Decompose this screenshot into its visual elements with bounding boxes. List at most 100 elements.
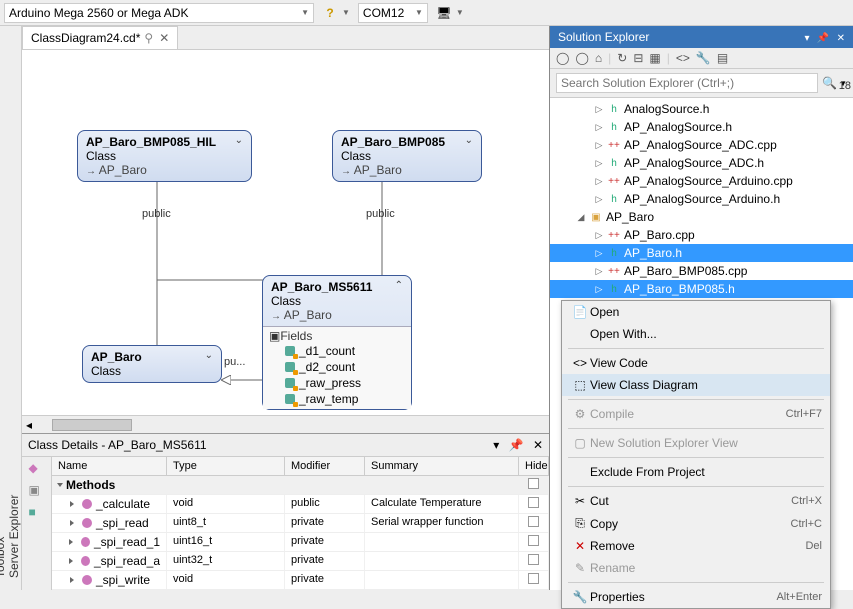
col-name[interactable]: Name bbox=[52, 457, 167, 475]
close-icon[interactable]: ✕ bbox=[837, 33, 845, 44]
property-icon[interactable]: ▣ bbox=[29, 483, 45, 499]
pin-icon[interactable]: 📌 bbox=[817, 33, 829, 44]
expand-icon[interactable]: ▷ bbox=[594, 122, 604, 133]
expand-icon[interactable] bbox=[69, 558, 73, 564]
monitor-icon[interactable]: 🖥 bbox=[436, 5, 452, 21]
horizontal-scrollbar[interactable]: ◂ bbox=[22, 415, 549, 433]
toolbox-tab[interactable]: Toolbox bbox=[0, 34, 7, 578]
close-icon[interactable]: ✕ bbox=[533, 438, 543, 452]
chevron-down-icon[interactable]: ⌄ bbox=[205, 350, 213, 361]
ctx-view-class-diagram[interactable]: ⬚View Class Diagram bbox=[562, 374, 830, 396]
back-icon[interactable]: ◯ bbox=[556, 51, 569, 65]
chevron-down-icon[interactable]: ⌄ bbox=[235, 135, 243, 146]
chevron-down-icon[interactable]: ▼ bbox=[456, 8, 464, 17]
expand-icon[interactable]: ▷ bbox=[594, 284, 604, 295]
ctx-remove[interactable]: ✕RemoveDel bbox=[562, 535, 830, 557]
port-selector[interactable]: COM12 ▼ bbox=[358, 3, 428, 23]
class-ap-baro-ms5611[interactable]: AP_Baro_MS5611 Class → AP_Baro ⌃ ▣ Field… bbox=[262, 275, 412, 410]
expand-icon[interactable] bbox=[57, 483, 63, 487]
collapse-icon[interactable]: ⊟ bbox=[633, 51, 643, 65]
chevron-down-icon[interactable]: ▼ bbox=[342, 8, 350, 17]
table-row[interactable]: _spi_write void private bbox=[52, 571, 549, 590]
tree-item[interactable]: ▷++AP_Baro_BMP085.cpp bbox=[550, 262, 853, 280]
tree-item[interactable]: ▷hAnalogSource.h bbox=[550, 100, 853, 118]
board-selector[interactable]: Arduino Mega 2560 or Mega ADK ▼ bbox=[4, 3, 314, 23]
pin-icon[interactable]: 📌 bbox=[509, 438, 524, 452]
chevron-up-icon[interactable]: ⌃ bbox=[395, 280, 403, 291]
col-modifier[interactable]: Modifier bbox=[285, 457, 365, 475]
search-icon[interactable]: 🔍 bbox=[822, 76, 837, 90]
class-diagram-canvas[interactable]: public public pu... AP_Baro_BMP085_HIL C… bbox=[22, 50, 549, 415]
expand-icon[interactable]: ▷ bbox=[594, 140, 604, 151]
expand-icon[interactable] bbox=[70, 577, 74, 583]
properties-icon[interactable]: ▤ bbox=[717, 51, 728, 65]
tab-classdiagram[interactable]: ClassDiagram24.cd* ⚲ ✕ bbox=[22, 26, 178, 49]
search-input[interactable] bbox=[556, 73, 818, 93]
tree-item[interactable]: ▷hAP_Baro_BMP085.h bbox=[550, 280, 853, 298]
field-icon[interactable]: ■ bbox=[29, 505, 45, 521]
tree-item[interactable]: ▷hAP_AnalogSource_Arduino.h bbox=[550, 190, 853, 208]
pin-icon[interactable]: ⚲ bbox=[144, 31, 153, 45]
tree-item[interactable]: ▷++AP_Baro.cpp bbox=[550, 226, 853, 244]
ctx-properties[interactable]: 🔧PropertiesAlt+Enter bbox=[562, 586, 830, 608]
forward-icon[interactable]: ◯ bbox=[575, 51, 588, 65]
hide-checkbox[interactable] bbox=[528, 554, 539, 565]
chevron-down-icon[interactable]: ⌄ bbox=[465, 135, 473, 146]
show-all-icon[interactable]: ▦ bbox=[649, 51, 660, 65]
hide-checkbox[interactable] bbox=[528, 497, 539, 508]
ctx-copy[interactable]: ⎘CopyCtrl+C bbox=[562, 512, 830, 535]
dropdown-icon[interactable]: ▾ bbox=[804, 33, 809, 44]
expand-icon[interactable] bbox=[69, 539, 73, 545]
code-icon[interactable]: <> bbox=[676, 51, 690, 65]
table-row[interactable]: _calculate void public Calculate Tempera… bbox=[52, 495, 549, 514]
ctx-cut[interactable]: ✂CutCtrl+X bbox=[562, 490, 830, 512]
expand-icon[interactable]: ▷ bbox=[594, 194, 604, 205]
close-icon[interactable]: ✕ bbox=[159, 31, 169, 45]
table-row[interactable]: _spi_read_1 uint16_t private bbox=[52, 533, 549, 552]
class-ap-baro[interactable]: AP_Baro Class ⌄ bbox=[82, 345, 222, 383]
ctx-open[interactable]: 📄Open bbox=[562, 301, 830, 323]
help-icon[interactable]: ? bbox=[322, 5, 338, 21]
field-item[interactable]: _d1_count bbox=[269, 343, 405, 359]
class-ap-baro-bmp085[interactable]: AP_Baro_BMP085 Class → AP_Baro ⌄ bbox=[332, 130, 482, 182]
dropdown-icon[interactable]: ▾ bbox=[493, 438, 499, 452]
tree-item[interactable]: ▷hAP_AnalogSource.h bbox=[550, 118, 853, 136]
col-type[interactable]: Type bbox=[167, 457, 285, 475]
expand-icon[interactable]: ▷ bbox=[594, 176, 604, 187]
expand-icon[interactable] bbox=[70, 501, 74, 507]
scroll-left-icon[interactable]: ◂ bbox=[26, 418, 32, 432]
col-summary[interactable]: Summary bbox=[365, 457, 519, 475]
tree-item[interactable]: ▷hAP_Baro.h bbox=[550, 244, 853, 262]
class-ap-baro-bmp085-hil[interactable]: AP_Baro_BMP085_HIL Class → AP_Baro ⌄ bbox=[77, 130, 252, 182]
expand-icon[interactable]: ◢ bbox=[576, 212, 586, 223]
field-item[interactable]: _raw_press bbox=[269, 375, 405, 391]
expand-icon[interactable]: ▷ bbox=[594, 104, 604, 115]
expand-icon[interactable]: ▷ bbox=[594, 230, 604, 241]
expand-icon[interactable]: ▷ bbox=[594, 266, 604, 277]
table-row[interactable]: _spi_read uint8_t private Serial wrapper… bbox=[52, 514, 549, 533]
hide-checkbox[interactable] bbox=[528, 573, 539, 584]
col-hide[interactable]: Hide bbox=[519, 457, 549, 475]
scroll-thumb[interactable] bbox=[52, 419, 132, 431]
field-item[interactable]: _raw_temp bbox=[269, 391, 405, 407]
wrench-icon[interactable]: 🔧 bbox=[696, 51, 711, 65]
expand-icon[interactable] bbox=[70, 520, 74, 526]
home-icon[interactable]: ⌂ bbox=[595, 51, 602, 65]
ctx-open-with[interactable]: Open With... bbox=[562, 323, 830, 345]
hide-checkbox[interactable] bbox=[528, 516, 539, 527]
refresh-icon[interactable]: ↻ bbox=[617, 51, 627, 65]
fields-header[interactable]: ▣ Fields bbox=[269, 329, 405, 343]
group-methods[interactable]: Methods bbox=[52, 476, 549, 495]
ctx-exclude[interactable]: Exclude From Project bbox=[562, 461, 830, 483]
field-item[interactable]: _d2_count bbox=[269, 359, 405, 375]
tree-item[interactable]: ▷hAP_AnalogSource_ADC.h bbox=[550, 154, 853, 172]
ctx-view-code[interactable]: <>View Code bbox=[562, 352, 830, 374]
hide-checkbox[interactable] bbox=[528, 535, 539, 546]
expand-icon[interactable]: ▷ bbox=[594, 158, 604, 169]
tree-item[interactable]: ◢▣AP_Baro bbox=[550, 208, 853, 226]
expand-icon[interactable]: ▷ bbox=[594, 248, 604, 259]
tree-item[interactable]: ▷++AP_AnalogSource_ADC.cpp bbox=[550, 136, 853, 154]
method-icon[interactable]: ◆ bbox=[29, 461, 45, 477]
tree-item[interactable]: ▷++AP_AnalogSource_Arduino.cpp bbox=[550, 172, 853, 190]
server-explorer-tab[interactable]: Server Explorer bbox=[7, 34, 21, 578]
